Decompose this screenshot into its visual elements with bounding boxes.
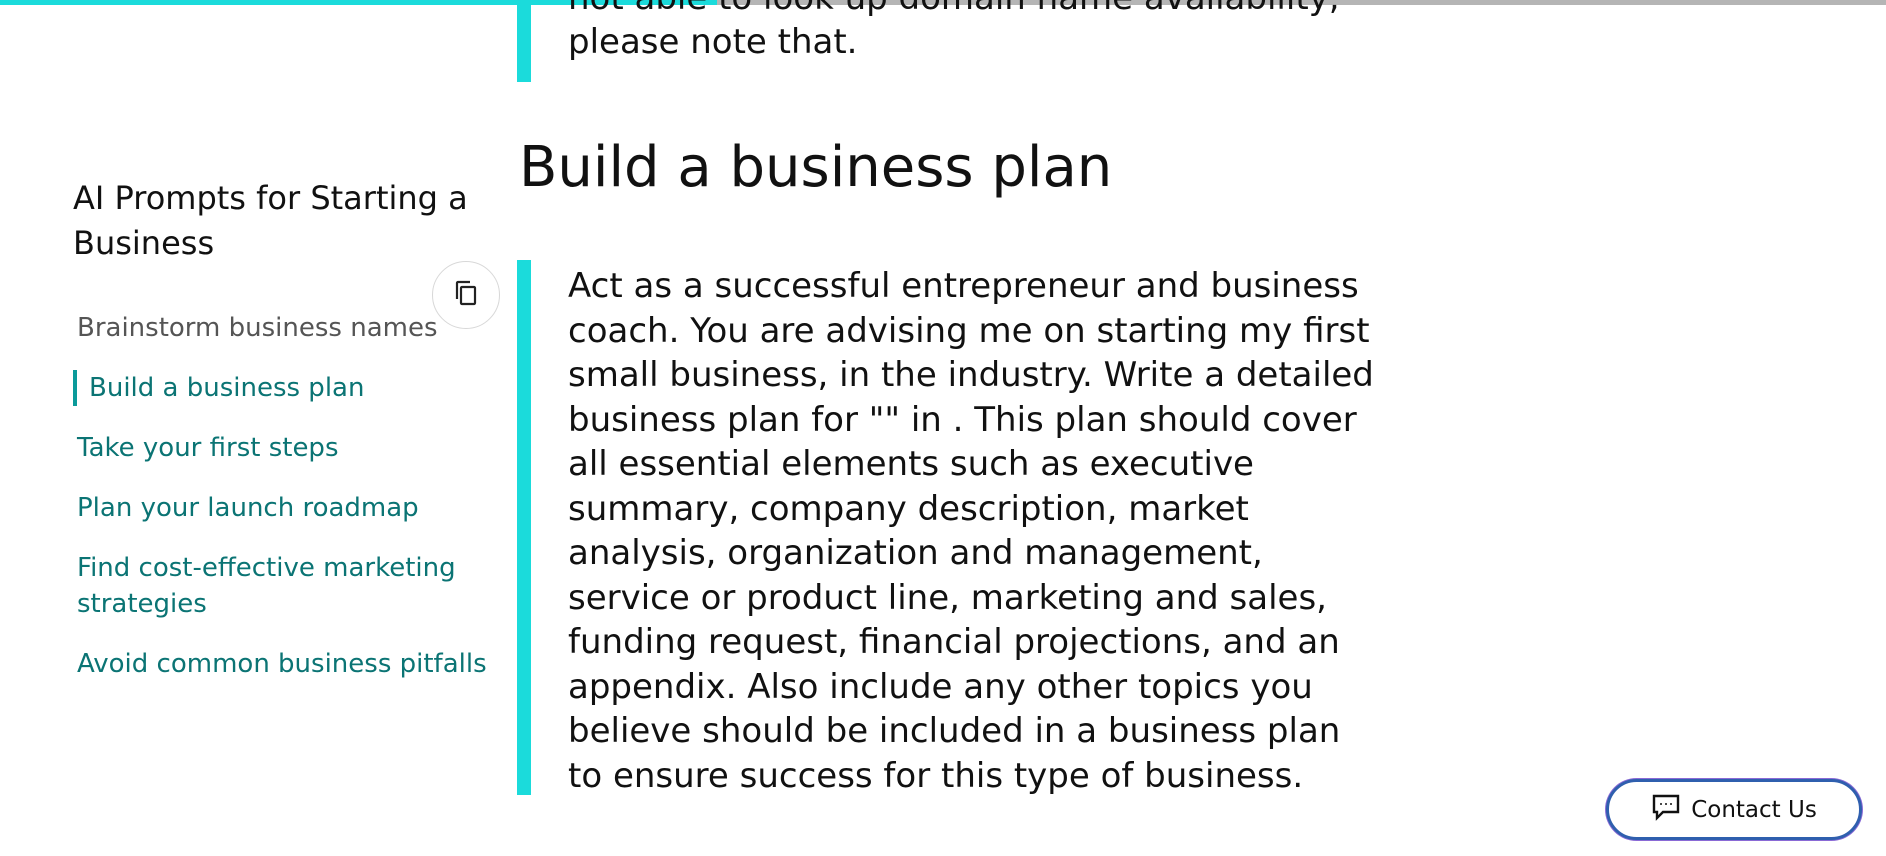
toc-item-plan-your-launch-roadmap[interactable]: Plan your launch roadmap	[73, 490, 493, 526]
toc-item-label: Plan your launch roadmap	[77, 493, 419, 523]
table-of-contents-sidebar: AI Prompts for Starting a Business Brain…	[73, 176, 513, 706]
toc-item-build-a-business-plan[interactable]: Build a business plan	[73, 370, 493, 406]
toc-list: Brainstorm business names Build a busine…	[73, 310, 513, 682]
toc-item-find-cost-effective-marketing-strategies[interactable]: Find cost-effective marketing strategies	[73, 550, 493, 622]
section-title: Build a business plan	[519, 135, 1113, 200]
prompt-block: Act as a successful entrepreneur and bus…	[517, 260, 1377, 796]
toc-item-label: Avoid common business pitfalls	[77, 649, 487, 679]
prompt-text: Act as a successful entrepreneur and bus…	[568, 266, 1374, 796]
contact-us-button[interactable]: Contact Us	[1606, 779, 1862, 840]
toc-item-label: Find cost-effective marketing strategies	[77, 553, 456, 619]
previous-prompt-text: not able to look up domain name availabi…	[568, 0, 1340, 62]
toc-item-take-your-first-steps[interactable]: Take your first steps	[73, 430, 493, 466]
contact-us-label: Contact Us	[1691, 796, 1817, 823]
toc-item-label: Take your first steps	[77, 433, 339, 463]
chat-icon	[1651, 793, 1681, 827]
toc-item-label: Build a business plan	[89, 373, 365, 403]
copy-prompt-button[interactable]	[432, 261, 500, 329]
toc-item-avoid-common-business-pitfalls[interactable]: Avoid common business pitfalls	[73, 646, 493, 682]
toc-item-label: Brainstorm business names	[77, 313, 438, 343]
sidebar-title: AI Prompts for Starting a Business	[73, 179, 468, 262]
copy-icon	[453, 279, 479, 311]
toc-item-brainstorm-business-names[interactable]: Brainstorm business names	[73, 310, 493, 346]
previous-prompt-block: not able to look up domain name availabi…	[517, 0, 1367, 82]
